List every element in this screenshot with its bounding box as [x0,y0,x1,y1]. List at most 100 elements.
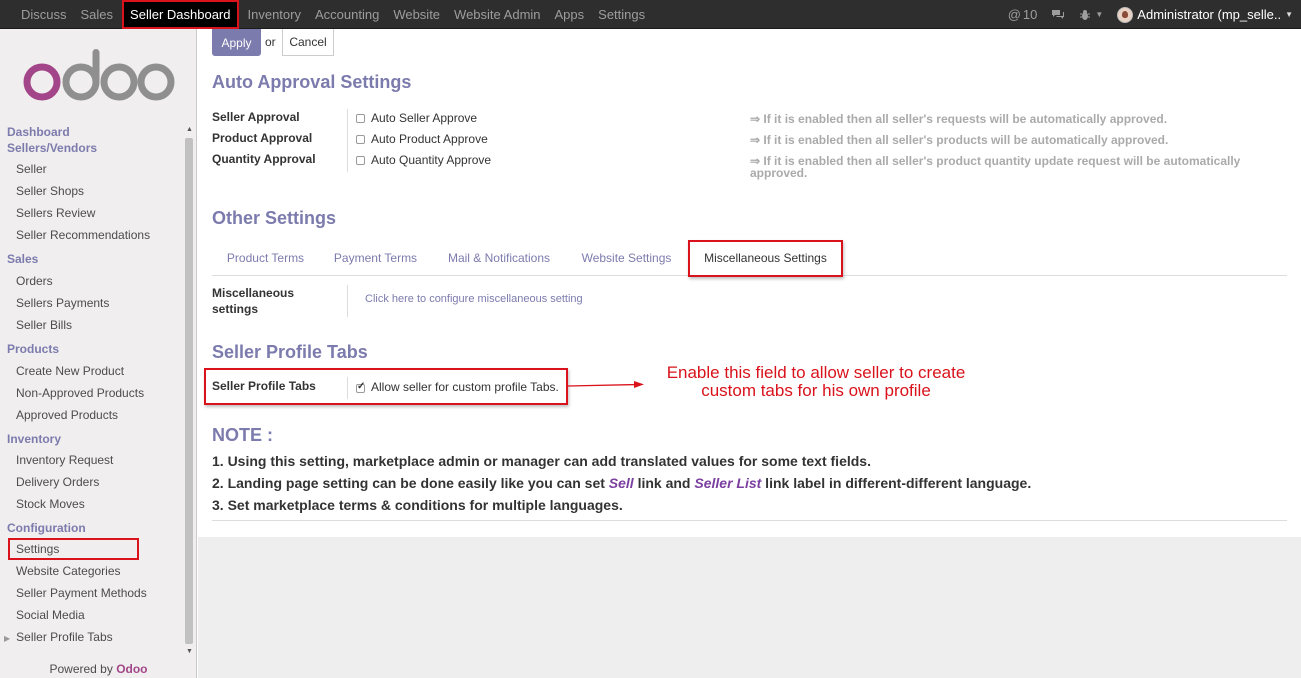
product-approval-label: Product Approval [212,131,313,145]
divider [212,520,1287,521]
sidebar-item-sellers-review[interactable]: Sellers Review [0,202,184,224]
annotation-text: Enable this field to allow seller to cre… [666,363,966,400]
caret-down-icon: ▼ [1285,10,1293,19]
divider [347,109,348,172]
auto-product-approve-checkbox[interactable] [356,135,365,144]
menu-inventory[interactable]: Inventory [241,0,308,29]
seller-profile-tabs-label: Seller Profile Tabs [212,379,316,393]
sidebar-item-sellers-payments[interactable]: Sellers Payments [0,292,184,314]
divider [347,285,348,317]
caret-down-icon: ▼ [1095,10,1104,19]
powered-by-brand[interactable]: Odoo [116,662,147,676]
sidebar-section-configuration[interactable]: Configuration [0,520,184,536]
sidebar-item-delivery-orders[interactable]: Delivery Orders [0,471,184,493]
quantity-approval-hint: ⇒ If it is enabled then all seller's pro… [750,154,1241,180]
allow-custom-profile-tabs-label[interactable]: Allow seller for custom profile Tabs. [371,380,559,394]
auto-seller-approve-label[interactable]: Auto Seller Approve [371,111,477,125]
sidebar-item-seller-shops[interactable]: Seller Shops [0,180,184,202]
note-seller-list-link-label: Seller List [694,475,762,491]
other-settings-title: Other Settings [212,208,337,228]
sidebar-section-products[interactable]: Products [0,341,184,357]
sidebar-item-label: Seller Profile Tabs [16,630,113,644]
allow-custom-profile-tabs-checkbox[interactable] [356,381,365,393]
sidebar-item-inventory-request[interactable]: Inventory Request [0,449,184,471]
quantity-approval-label: Quantity Approval [212,152,316,166]
sidebar-item-website-categories[interactable]: Website Categories [0,560,184,582]
menu-accounting[interactable]: Accounting [308,0,386,29]
tab-website-settings[interactable]: Website Settings [569,240,684,276]
sidebar-item-seller[interactable]: Seller [0,158,184,180]
annotation-arrow-icon [568,381,644,388]
chat-icon[interactable] [1051,9,1065,21]
menu-sales[interactable]: Sales [74,0,121,29]
cancel-button[interactable]: Cancel [282,29,334,56]
caret-right-icon: ▶ [4,634,11,643]
seller-approval-label: Seller Approval [212,110,300,124]
mentions-button[interactable]: @ 10 [1008,7,1038,22]
apply-button[interactable]: Apply [212,29,261,56]
sidebar-scrollbar[interactable]: ▲ ▼ [184,126,195,658]
note-line-3: 3. Set marketplace terms & conditions fo… [212,497,623,513]
menu-seller-dashboard[interactable]: Seller Dashboard [122,0,239,29]
sidebar-item-create-new-product[interactable]: Create New Product [0,360,184,382]
sidebar-item-stock-moves[interactable]: Stock Moves [0,493,184,515]
sidebar-item-seller-bills[interactable]: Seller Bills [0,314,184,336]
app-menu: Discuss Sales Seller Dashboard Inventory… [14,0,652,29]
user-name: Administrator (mp_selle.. [1137,7,1282,22]
configure-miscellaneous-link[interactable]: Click here to configure miscellaneous se… [365,293,583,305]
product-approval-hint: ⇒ If it is enabled then all seller's pro… [750,133,1169,147]
menu-apps[interactable]: Apps [548,0,592,29]
sidebar-item-social-media[interactable]: Social Media [0,604,184,626]
scroll-up-arrow-icon[interactable]: ▲ [185,126,194,136]
seller-approval-hint: ⇒ If it is enabled then all seller's req… [750,112,1168,126]
menu-settings[interactable]: Settings [591,0,652,29]
sidebar: Dashboard Sellers/Vendors Seller Seller … [0,29,197,678]
note-line-2-start: 2. Landing page setting can be done easi… [212,475,609,491]
mentions-count: 10 [1022,7,1038,22]
at-icon: @ [1007,7,1021,22]
miscellaneous-settings-label: Miscellaneous settings [212,286,295,316]
sidebar-item-seller-payment-methods[interactable]: Seller Payment Methods [0,582,184,604]
top-navbar: Discuss Sales Seller Dashboard Inventory… [0,0,1301,29]
sidebar-item-settings[interactable]: Settings [8,538,139,560]
seller-profile-tabs-title: Seller Profile Tabs [212,342,368,362]
auto-seller-approve-checkbox[interactable] [356,114,365,123]
auto-product-approve-label[interactable]: Auto Product Approve [371,132,488,146]
main-content: Apply or Cancel Auto Approval Settings S… [198,29,1301,678]
debug-bug-icon[interactable]: ▼ [1079,9,1103,21]
sidebar-section-sellers-vendors[interactable]: Sellers/Vendors [0,140,184,156]
auto-quantity-approve-checkbox[interactable] [356,156,365,165]
tab-mail-notifications[interactable]: Mail & Notifications [434,240,564,276]
tab-payment-terms[interactable]: Payment Terms [322,240,429,276]
sidebar-item-orders[interactable]: Orders [0,270,184,292]
scroll-down-arrow-icon[interactable]: ▼ [185,648,194,658]
settings-sheet: Apply or Cancel Auto Approval Settings S… [198,29,1301,537]
menu-discuss[interactable]: Discuss [14,0,74,29]
sidebar-item-seller-recommendations[interactable]: Seller Recommendations [0,224,184,246]
powered-by-text: Powered by [49,662,113,676]
systray: @ 10 ▼ Administrator (mp_selle.. ▼ [994,0,1293,29]
or-text: or [265,35,276,49]
tab-miscellaneous-settings[interactable]: Miscellaneous Settings [688,240,843,277]
auto-quantity-approve-label[interactable]: Auto Quantity Approve [371,153,491,167]
powered-by: Powered by Odoo [0,662,197,676]
user-menu[interactable]: Administrator (mp_selle.. ▼ [1117,6,1293,23]
sidebar-section-sales[interactable]: Sales [0,251,184,267]
tab-product-terms[interactable]: Product Terms [212,240,319,276]
divider [347,377,348,399]
sidebar-item-seller-profile-tabs[interactable]: ▶ Seller Profile Tabs [0,626,184,648]
odoo-logo[interactable] [23,47,175,102]
sidebar-section-dashboard[interactable]: Dashboard [0,124,184,140]
sidebar-section-inventory[interactable]: Inventory [0,431,184,447]
menu-website[interactable]: Website [386,0,447,29]
avatar [1117,6,1134,23]
note-line-2: 2. Landing page setting can be done easi… [212,475,1031,491]
sidebar-item-non-approved-products[interactable]: Non-Approved Products [0,382,184,404]
note-line-1: 1. Using this setting, marketplace admin… [212,453,871,469]
settings-tabs: Product Terms Payment Terms Mail & Notif… [212,240,1287,277]
sidebar-item-approved-products[interactable]: Approved Products [0,404,184,426]
scrollbar-thumb[interactable] [185,138,193,644]
auto-approval-title: Auto Approval Settings [212,72,412,92]
note-title: NOTE : [212,425,273,445]
menu-website-admin[interactable]: Website Admin [447,0,547,29]
